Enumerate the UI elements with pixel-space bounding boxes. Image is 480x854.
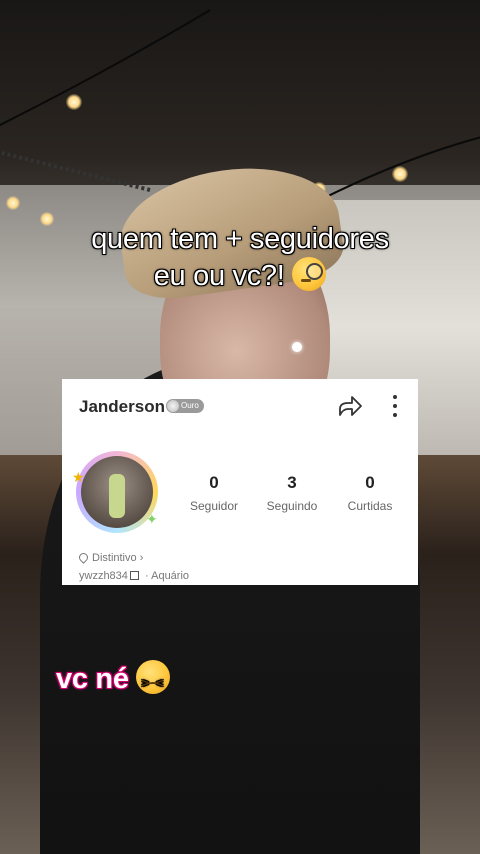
avatar-photo	[81, 456, 153, 528]
rank-badge: Ouro	[166, 399, 204, 413]
stat-likes[interactable]: 0 Curtidas	[334, 473, 406, 513]
caption-top-line2: eu ou vc?!	[153, 260, 285, 292]
confounded-face-emoji-icon	[136, 660, 171, 701]
caption-bottom-text: vc né	[56, 663, 129, 695]
stat-followers[interactable]: 0 Seguidor	[178, 473, 250, 513]
stat-followers-label: Seguidor	[189, 499, 239, 513]
distintivo-link[interactable]: Distintivo ›	[77, 551, 144, 564]
stat-following-label: Seguindo	[266, 499, 318, 513]
star-icon: ★	[72, 469, 85, 485]
profile-name: Janderson	[79, 397, 165, 416]
share-arrow-icon[interactable]	[336, 393, 364, 419]
caption-bottom: vc né	[56, 660, 171, 701]
user-info-line: ywzzh834 · Aquário	[79, 570, 189, 582]
zodiac-sign: Aquário	[151, 570, 190, 582]
monocle-face-emoji-icon	[292, 257, 327, 291]
avatar[interactable]: ★ ✦	[72, 451, 164, 533]
distintivo-label: Distintivo	[92, 552, 137, 564]
profile-card: Janderson Ouro ★ ✦ 0 Seguidor 3 Seguindo…	[62, 379, 418, 585]
star-icon: ✦	[146, 511, 158, 527]
light-bulb	[66, 94, 82, 110]
stat-likes-value: 0	[365, 473, 375, 492]
earring	[292, 342, 302, 352]
username: ywzzh834	[79, 570, 128, 582]
stat-following-value: 3	[287, 473, 297, 492]
badge-pin-icon	[77, 551, 90, 564]
light-bulb	[6, 196, 20, 210]
stat-likes-label: Curtidas	[347, 499, 393, 513]
edit-icon[interactable]	[129, 571, 139, 580]
caption-top-line2-wrap: eu ou vc?!	[0, 257, 480, 294]
stat-followers-value: 0	[209, 473, 219, 492]
caption-top-line1: quem tem + seguidores	[91, 223, 389, 255]
stat-following[interactable]: 3 Seguindo	[256, 473, 328, 513]
separator: ·	[144, 570, 149, 582]
chevron-right-icon: ›	[139, 552, 144, 564]
caption-top: quem tem + seguidores eu ou vc?!	[0, 222, 480, 294]
more-vertical-icon[interactable]	[388, 393, 402, 419]
